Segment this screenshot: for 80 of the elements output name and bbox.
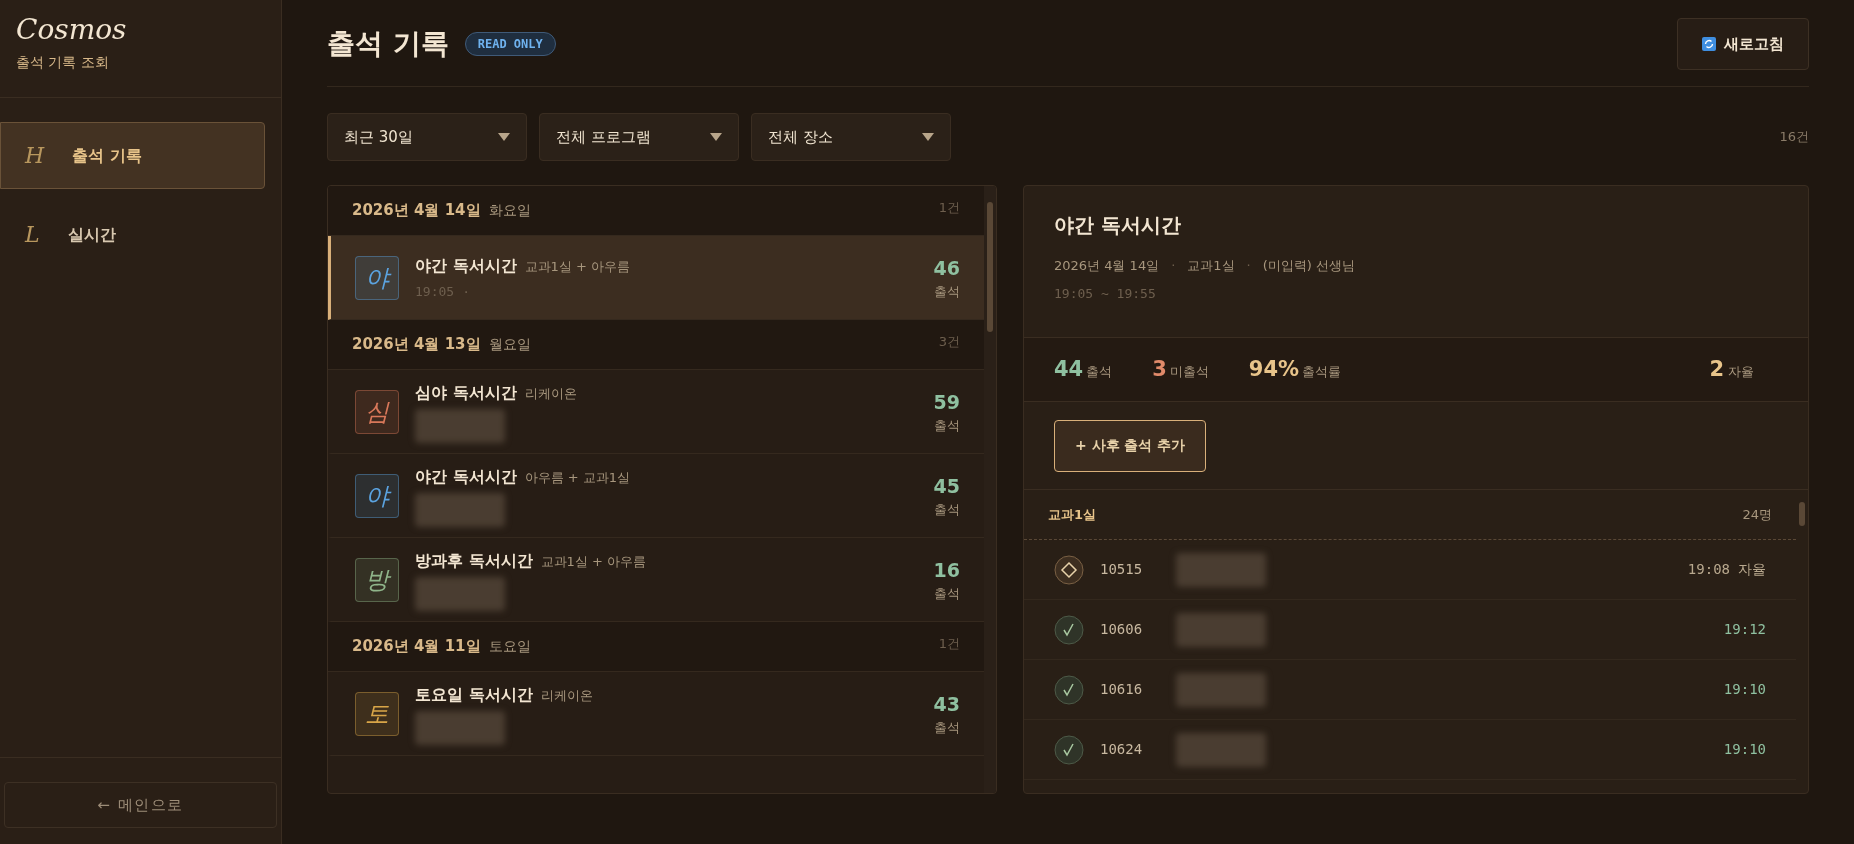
- stat-value: 2: [1709, 355, 1724, 383]
- nav-letter-icon: H: [25, 139, 45, 172]
- filter-dropdown[interactable]: 전체 장소: [751, 113, 951, 161]
- student-row[interactable]: 10616 19:10: [1024, 660, 1796, 720]
- session-title: 방과후 독서시간: [415, 549, 533, 572]
- day-count: 1건: [938, 635, 960, 653]
- detail-title: 야간 독서시간: [1054, 212, 1182, 239]
- check-in-time: 19:10: [1723, 740, 1766, 759]
- separator-dot: ·: [462, 282, 470, 301]
- detail-meta: 2026년 4월 14일: [1054, 257, 1160, 275]
- session-rooms: 아우름 + 교과1실: [524, 468, 630, 487]
- nav-item[interactable]: H 출석 기록: [0, 122, 265, 189]
- total-count: 16건: [1779, 128, 1809, 147]
- stat-label: 자율: [1728, 362, 1754, 381]
- attendance-count: 46: [933, 255, 960, 281]
- date-text: 2026년 4월 11일: [352, 636, 481, 658]
- attendance-label: 출석: [934, 417, 960, 435]
- nav-item[interactable]: L 실시간: [0, 201, 265, 268]
- student-row[interactable]: 10515 19:08 자율: [1024, 540, 1796, 600]
- student-row[interactable]: 10624 19:10: [1024, 720, 1796, 780]
- attendance-label: 출석: [934, 283, 960, 301]
- attendance-count: 59: [933, 389, 960, 415]
- nav-letter-icon: L: [25, 218, 40, 251]
- stat-label: 미출석: [1169, 362, 1209, 381]
- filter-dropdown[interactable]: 전체 프로그램: [539, 113, 739, 161]
- student-id: 10515: [1100, 560, 1144, 579]
- separator-dot: ·: [1246, 257, 1251, 275]
- date-text: 2026년 4월 14일: [352, 200, 481, 222]
- check-in-time: 19:12: [1723, 620, 1766, 639]
- student-id: 10624: [1100, 740, 1144, 759]
- attendance-label: 출석: [934, 719, 960, 737]
- group-name: 교과1실: [1048, 505, 1097, 524]
- session-glyph-icon: 심: [355, 389, 399, 434]
- weekday-text: 월요일: [488, 335, 531, 355]
- weekday-text: 토요일: [488, 637, 531, 657]
- stat-label: 출석률: [1302, 362, 1342, 381]
- attendance-label: 출석: [934, 501, 960, 519]
- attendance-label: 출석: [934, 585, 960, 603]
- check-in-time: 19:08: [1687, 560, 1730, 579]
- student-row[interactable]: 10606 19:12: [1024, 600, 1796, 660]
- attendance-count: 45: [933, 473, 960, 499]
- time-range: 19:05 ~ 19:55: [1054, 284, 1157, 303]
- stat-value: 44: [1054, 355, 1084, 383]
- read-only-badge: READ ONLY: [464, 32, 556, 56]
- session-glyph-icon: 방: [355, 557, 399, 602]
- day-count: 1건: [938, 199, 960, 217]
- session-glyph-icon: 토: [355, 691, 399, 736]
- session-rooms: 교과1실 + 아우름: [524, 257, 630, 276]
- back-button[interactable]: ← 메인으로: [4, 782, 277, 828]
- add-attendance-button[interactable]: + 사후 출석 추가: [1054, 419, 1207, 472]
- session-rooms: 리케이온: [524, 384, 577, 403]
- detail-meta: (미입력) 선생님: [1262, 257, 1355, 275]
- student-id: 10606: [1100, 620, 1144, 639]
- weekday-text: 화요일: [488, 201, 531, 221]
- date-text: 2026년 4월 13일: [352, 334, 481, 356]
- session-title: 토요일 독서시간: [415, 683, 533, 706]
- separator-dot: ·: [1171, 257, 1176, 275]
- session-rooms: 교과1실 + 아우름: [540, 552, 646, 571]
- stat-label: 출석: [1086, 362, 1113, 381]
- day-count: 3건: [938, 333, 960, 351]
- detail-meta: 교과1실: [1187, 257, 1235, 275]
- check-in-time: 19:10: [1723, 680, 1766, 699]
- session-title: 야간 독서시간: [415, 254, 517, 277]
- session-rooms: 리케이온: [540, 686, 593, 705]
- refresh-button[interactable]: 새로고침: [1677, 18, 1809, 70]
- session-title: 야간 독서시간: [415, 465, 517, 488]
- self-study-tag: 자율: [1738, 559, 1766, 580]
- group-count: 24명: [1742, 505, 1772, 524]
- page-title: 출석 기록: [327, 26, 449, 62]
- filter-dropdown[interactable]: 최근 30일: [327, 113, 527, 161]
- student-id: 10616: [1100, 680, 1144, 699]
- logo-subtitle: 출석 기록 조회: [16, 53, 110, 72]
- attendance-count: 16: [933, 557, 960, 583]
- session-title: 심야 독서시간: [415, 381, 517, 404]
- stat-value: 3: [1152, 355, 1167, 383]
- attendance-count: 43: [933, 691, 960, 717]
- session-glyph-icon: 야: [355, 473, 399, 518]
- stat-value: 94%: [1248, 355, 1300, 383]
- logo-text: Cosmos: [16, 16, 128, 44]
- session-glyph-icon: 야: [355, 255, 399, 300]
